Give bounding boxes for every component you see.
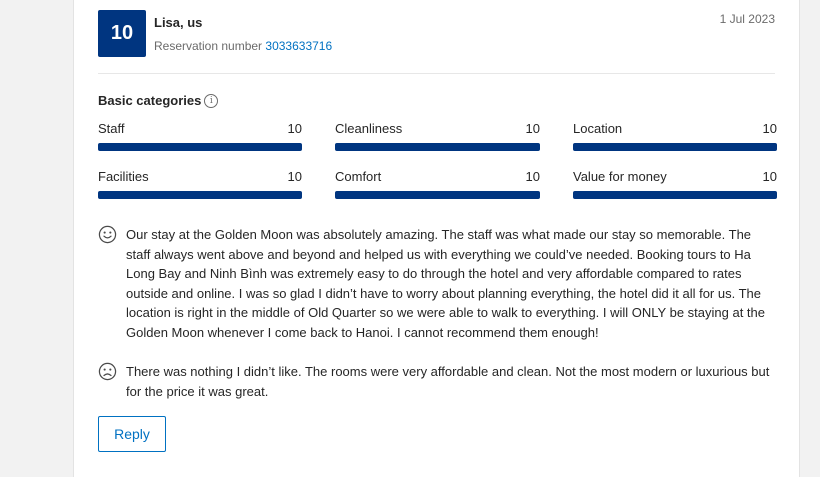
review-date: 1 Jul 2023 — [719, 12, 775, 26]
negative-comment: There was nothing I didn’t like. The roo… — [98, 362, 778, 401]
category-bar — [335, 191, 540, 199]
categories-heading: Basic categories i — [98, 93, 219, 108]
category-comfort: Comfort 10 — [335, 169, 540, 199]
sad-face-icon — [98, 362, 117, 381]
category-bar — [335, 143, 540, 151]
category-cleanliness: Cleanliness 10 — [335, 121, 540, 151]
reservation-info: Reservation number 3033633716 — [154, 39, 332, 53]
reviewer-name: Lisa, us — [154, 15, 203, 30]
categories-title: Basic categories — [98, 93, 202, 108]
reply-button[interactable]: Reply — [98, 416, 166, 452]
category-score: 10 — [762, 121, 777, 136]
reservation-label: Reservation number — [154, 39, 263, 53]
category-label: Value for money — [573, 169, 667, 184]
reservation-number-link[interactable]: 3033633716 — [265, 39, 332, 53]
category-bar — [98, 191, 302, 199]
category-score: 10 — [287, 169, 302, 184]
category-score: 10 — [287, 121, 302, 136]
positive-comment: Our stay at the Golden Moon was absolute… — [98, 225, 778, 342]
category-facilities: Facilities 10 — [98, 169, 302, 199]
category-label: Staff — [98, 121, 125, 136]
category-score: 10 — [762, 169, 777, 184]
category-label: Location — [573, 121, 623, 136]
category-score: 10 — [525, 169, 540, 184]
category-staff: Staff 10 — [98, 121, 302, 151]
category-location: Location 10 — [573, 121, 777, 151]
category-bar — [573, 143, 777, 151]
review-card: 10 Lisa, us Reservation number 303363371… — [73, 0, 800, 477]
positive-comment-text: Our stay at the Golden Moon was absolute… — [126, 227, 765, 340]
divider — [98, 73, 775, 74]
category-score: 10 — [525, 121, 540, 136]
negative-comment-text: There was nothing I didn’t like. The roo… — [126, 364, 770, 399]
category-value-for-money: Value for money 10 — [573, 169, 777, 199]
info-icon[interactable]: i — [204, 93, 219, 108]
category-bar — [98, 143, 302, 151]
category-label: Facilities — [98, 169, 149, 184]
category-label: Cleanliness — [335, 121, 403, 136]
smile-face-icon — [98, 225, 117, 244]
review-score-badge: 10 — [98, 10, 146, 57]
categories-grid: Staff 10 Cleanliness 10 Location 10 Facilit… — [98, 121, 777, 199]
category-bar — [573, 191, 777, 199]
category-label: Comfort — [335, 169, 382, 184]
